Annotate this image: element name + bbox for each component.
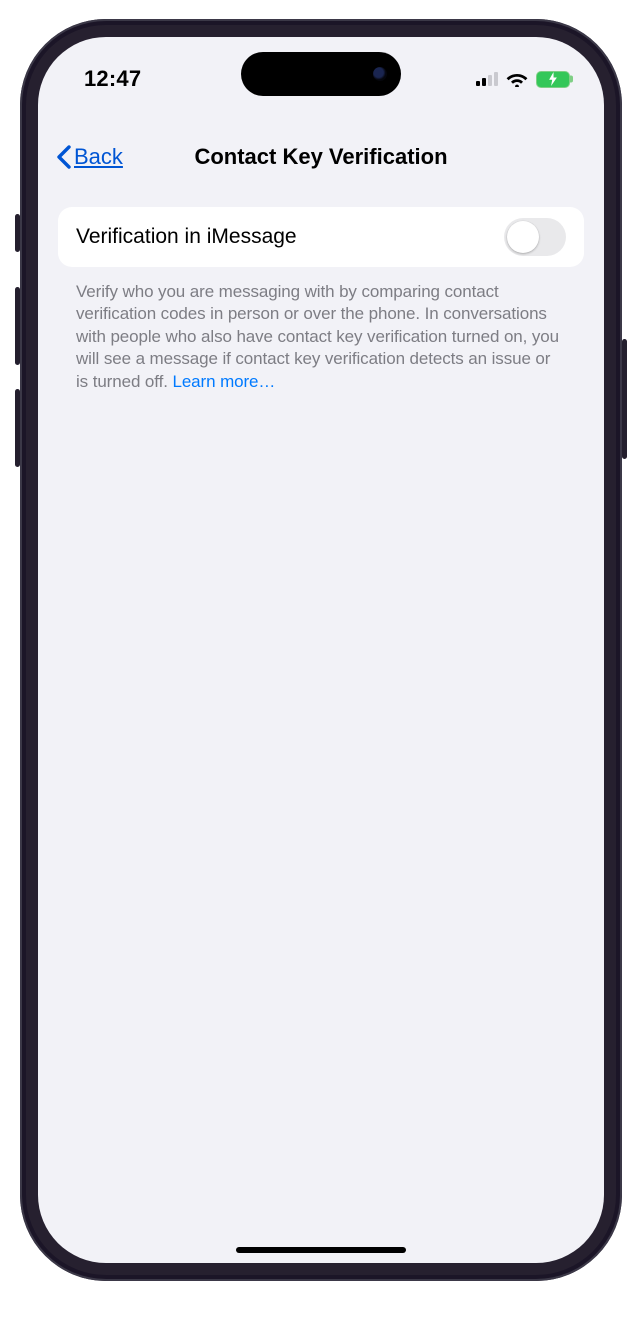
status-time: 12:47 [84, 66, 141, 92]
status-bar: 12:47 [38, 37, 604, 107]
power-button [622, 339, 627, 459]
volume-down-button [15, 389, 20, 467]
home-indicator [236, 1247, 406, 1253]
cellular-icon [476, 72, 498, 86]
learn-more-link[interactable]: Learn more… [172, 372, 275, 391]
silent-switch [15, 214, 20, 252]
nav-header: Back Contact Key Verification [38, 129, 604, 185]
verification-label: Verification in iMessage [76, 225, 297, 249]
iphone-frame: 12:47 Back [20, 19, 622, 1281]
chevron-left-icon [56, 145, 72, 169]
back-label: Back [74, 144, 123, 170]
content: Verification in iMessage Verify who you … [38, 207, 604, 1263]
wifi-icon [506, 71, 528, 87]
battery-charging-icon [536, 71, 570, 88]
footer-description: Verify who you are messaging with by com… [76, 282, 559, 391]
verification-row: Verification in iMessage [58, 207, 584, 267]
back-button[interactable]: Back [38, 144, 123, 170]
footer-text: Verify who you are messaging with by com… [58, 267, 584, 393]
volume-up-button [15, 287, 20, 365]
status-right [476, 71, 570, 88]
screen: 12:47 Back [38, 37, 604, 1263]
verification-toggle[interactable] [504, 218, 566, 256]
